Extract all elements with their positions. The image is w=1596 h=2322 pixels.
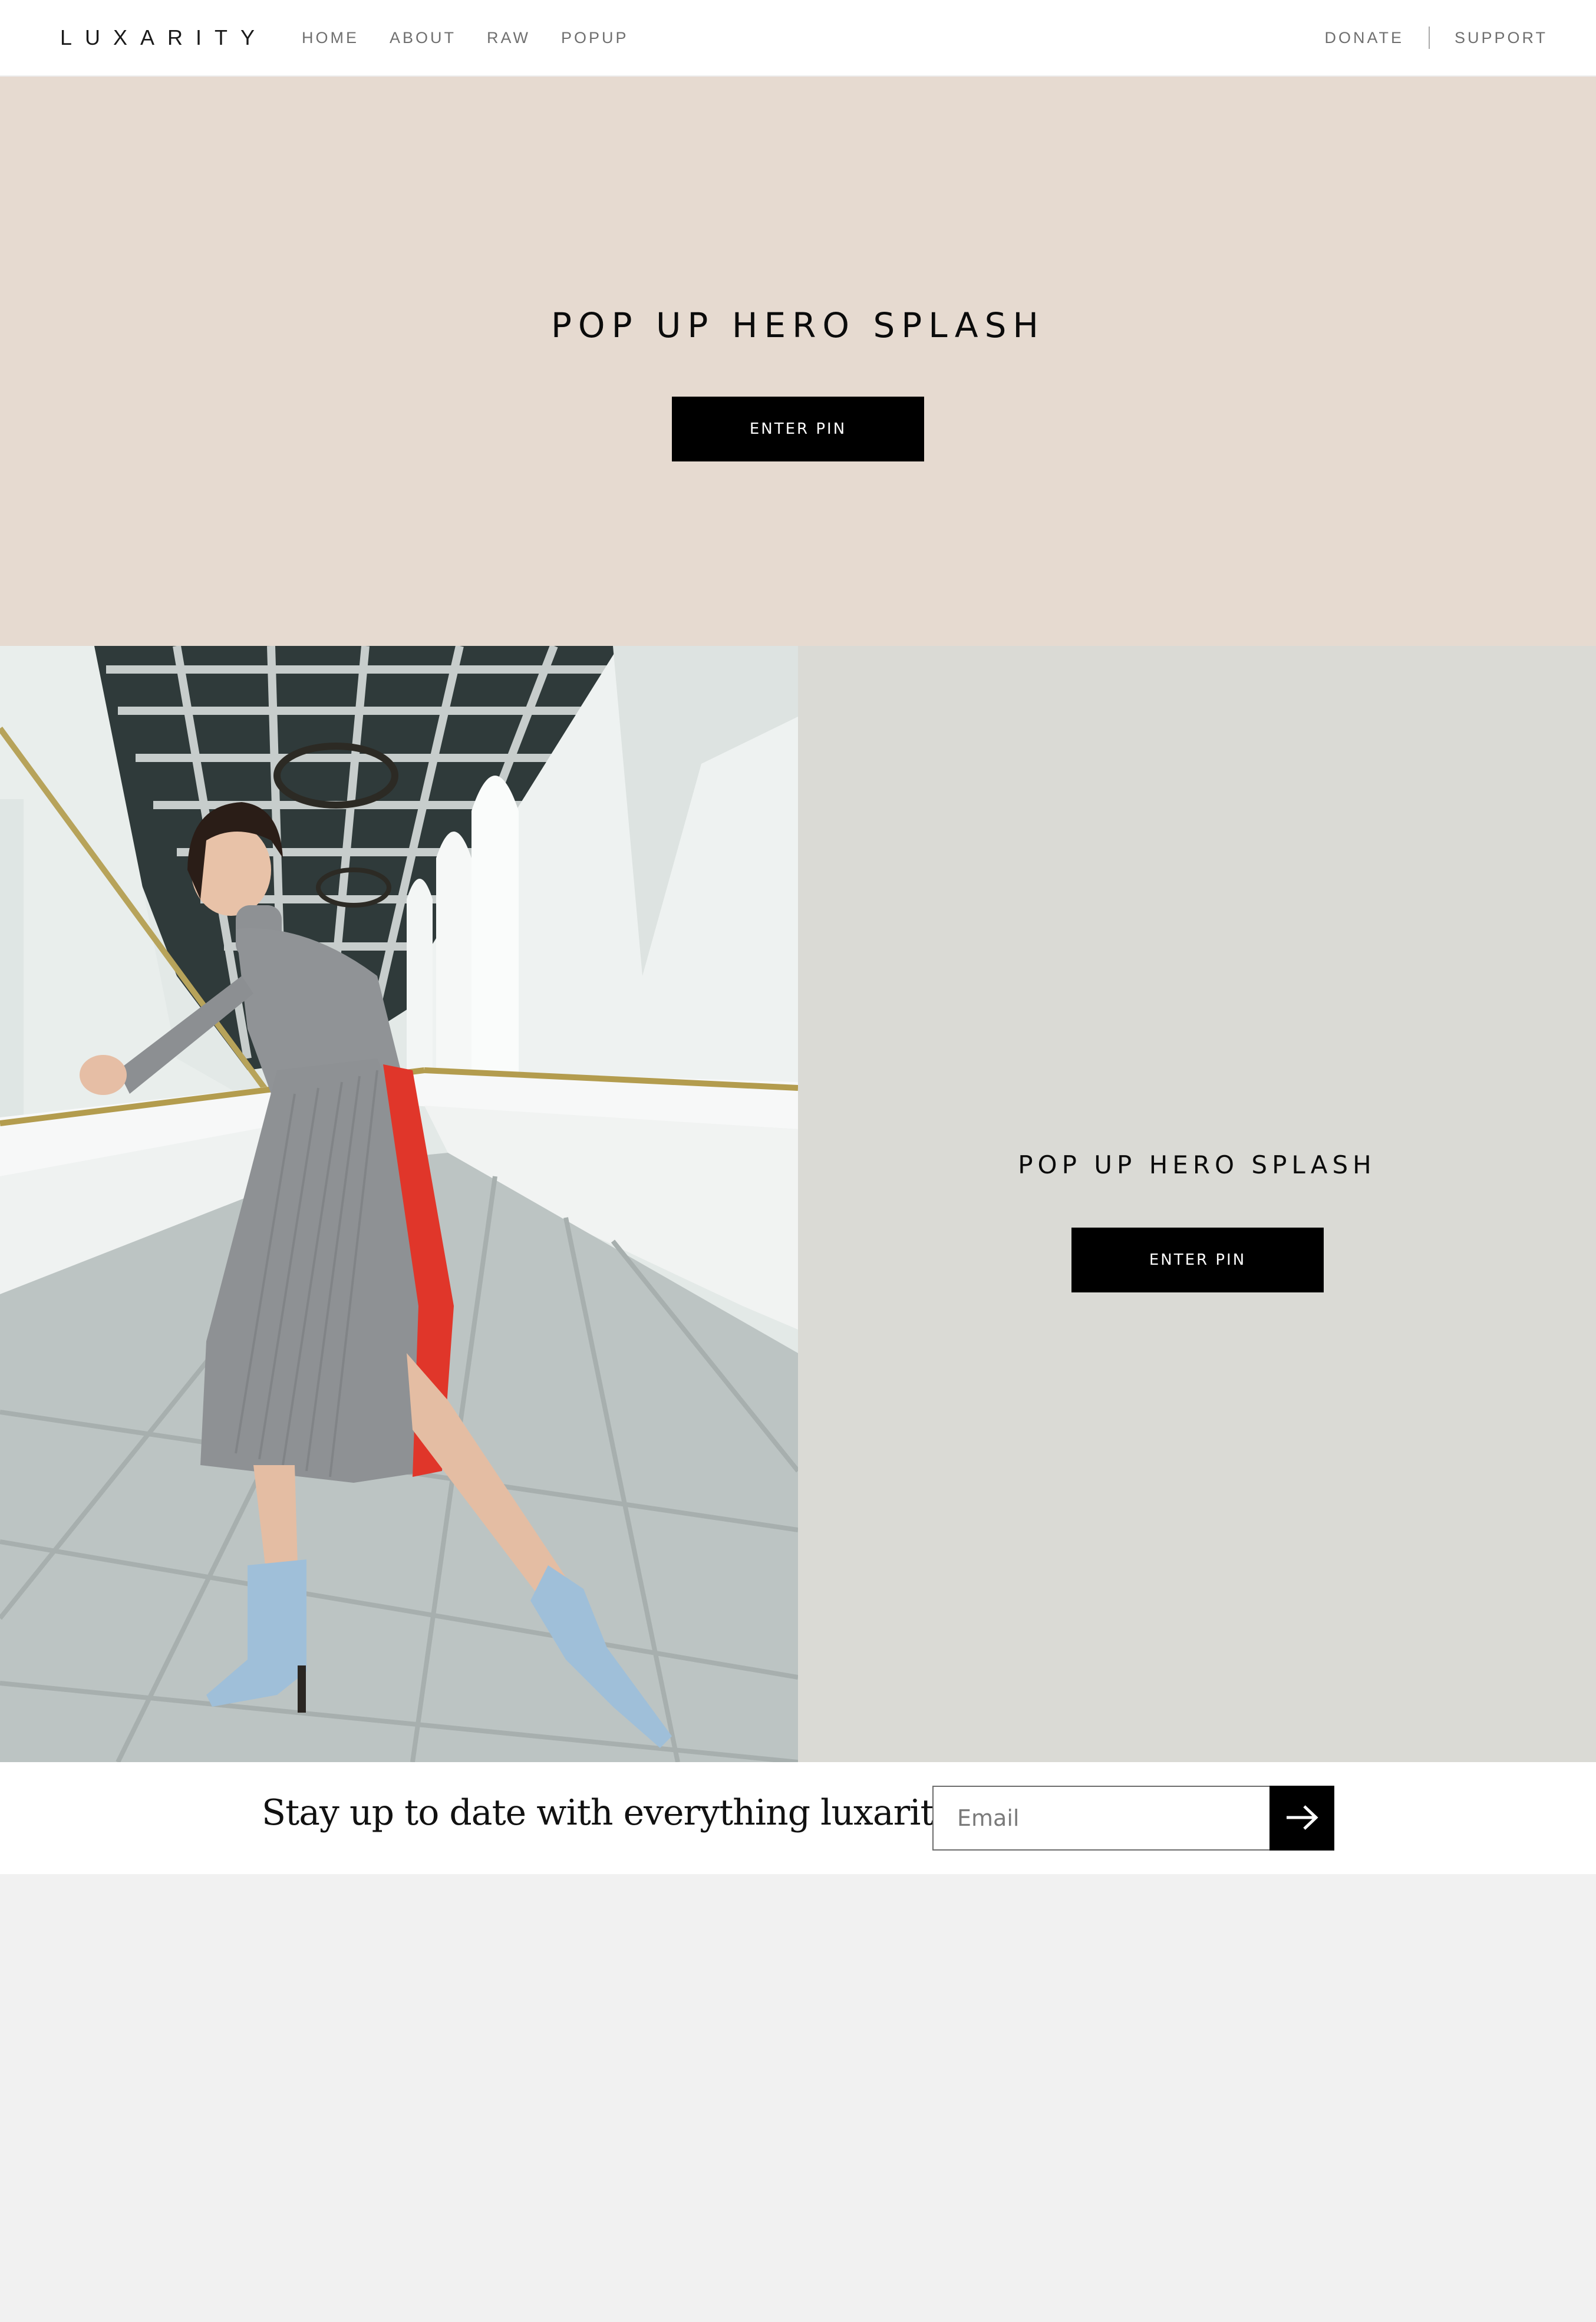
secondary-nav: DONATE SUPPORT <box>1324 0 1548 75</box>
site-header: LUXARITY HOME ABOUT RAW POPUP DONATE SUP… <box>0 0 1596 77</box>
page-footer-area <box>0 1874 1596 2322</box>
newsletter-submit-button[interactable] <box>1269 1786 1334 1851</box>
nav-about-link[interactable]: ABOUT <box>390 29 456 47</box>
enter-pin-button[interactable]: ENTER PIN <box>672 397 924 461</box>
hero-split-text-panel: POP UP HERO SPLASH ENTER PIN <box>798 646 1596 1762</box>
newsletter-heading: Stay up to date with everything luxarity <box>262 1792 954 1833</box>
arrow-right-icon <box>1285 1805 1318 1832</box>
hero-splash-top: POP UP HERO SPLASH ENTER PIN <box>0 77 1596 646</box>
newsletter-bar: Stay up to date with everything luxarity <box>0 1762 1596 1874</box>
primary-nav: HOME ABOUT RAW POPUP <box>302 0 629 75</box>
site-logo[interactable]: LUXARITY <box>60 0 268 75</box>
email-input[interactable] <box>932 1786 1271 1851</box>
nav-divider <box>1428 27 1430 49</box>
nav-popup-link[interactable]: POPUP <box>561 29 629 47</box>
fashion-model-photo <box>0 646 798 1762</box>
hero-title: POP UP HERO SPLASH <box>550 305 1046 345</box>
nav-raw-link[interactable]: RAW <box>487 29 530 47</box>
nav-donate-link[interactable]: DONATE <box>1324 29 1404 47</box>
hero-splash-split: POP UP HERO SPLASH ENTER PIN <box>0 646 1596 1762</box>
hero-split-title: POP UP HERO SPLASH <box>1018 1150 1376 1179</box>
nav-support-link[interactable]: SUPPORT <box>1455 29 1548 47</box>
enter-pin-button-secondary[interactable]: ENTER PIN <box>1071 1228 1324 1292</box>
nav-home-link[interactable]: HOME <box>302 29 359 47</box>
